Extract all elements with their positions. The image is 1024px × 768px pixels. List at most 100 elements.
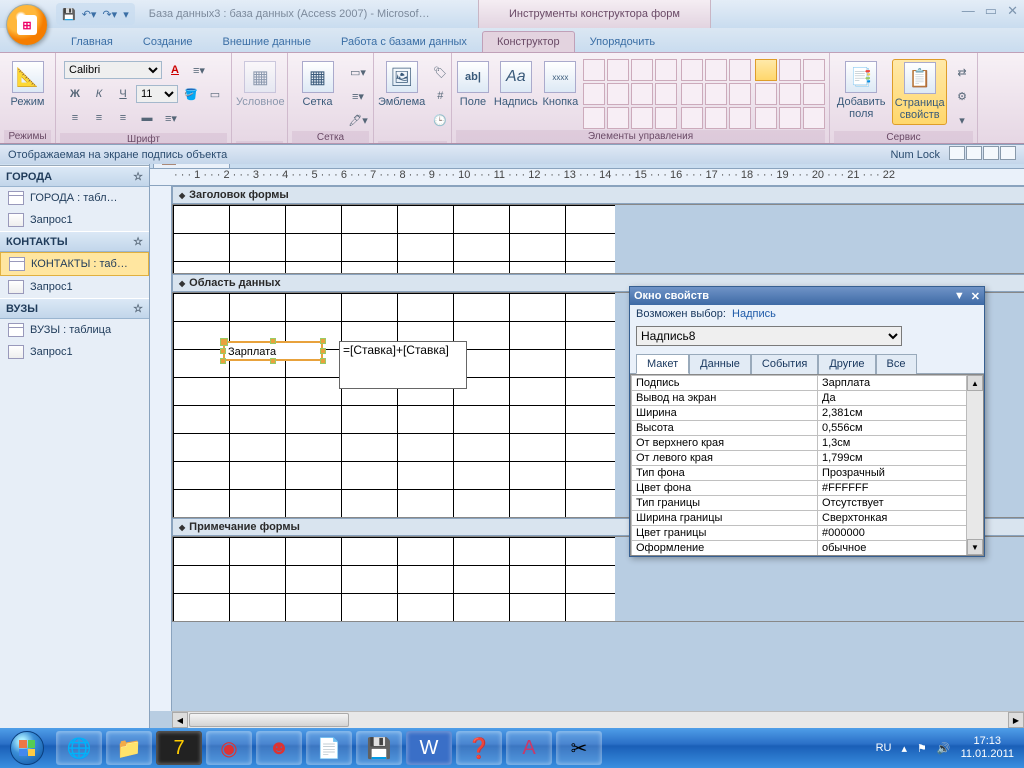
grid-button[interactable]: ▦Сетка <box>292 59 343 125</box>
prop-value[interactable]: 1,3см <box>818 436 983 451</box>
object-selector[interactable]: Надпись8 <box>636 326 902 346</box>
property-tab[interactable]: События <box>751 354 818 374</box>
nav-category[interactable]: КОНТАКТЫ☆ <box>0 231 149 252</box>
ribbon-tab[interactable]: Конструктор <box>482 31 575 52</box>
taskbar-ie[interactable]: 🌐 <box>56 731 102 765</box>
form-header-section-bar[interactable]: Заголовок формы <box>172 186 1024 204</box>
view-switcher[interactable] <box>948 146 1016 163</box>
label-control[interactable]: Зарплата <box>223 341 323 361</box>
prop-value[interactable]: Да <box>818 391 983 406</box>
prop-value[interactable]: обычное <box>818 541 983 556</box>
taskbar-word[interactable]: W <box>406 731 452 765</box>
nav-item[interactable]: ГОРОДА : табл… <box>0 187 149 209</box>
property-tab[interactable]: Макет <box>636 354 689 374</box>
grid-style-icon[interactable]: ≡▾ <box>347 85 369 107</box>
align-center-icon[interactable]: ≡ <box>88 107 110 129</box>
align-left-icon[interactable]: ≡ <box>64 107 86 129</box>
align-group-icon[interactable]: ≡▾ <box>188 59 210 81</box>
textbox-control[interactable]: =[Ставка]+[Ставка] <box>339 341 467 389</box>
taskbar-app2[interactable]: ◉ <box>206 731 252 765</box>
font-color-icon[interactable]: A <box>164 59 186 81</box>
taskbar-snip[interactable]: ✂ <box>556 731 602 765</box>
align-right-icon[interactable]: ≡ <box>112 107 134 129</box>
controls-gallery-3[interactable] <box>755 59 825 129</box>
view-button[interactable]: 📐Режим <box>4 59 51 125</box>
clock[interactable]: 17:1311.01.2011 <box>961 735 1014 761</box>
controls-gallery-2[interactable] <box>681 59 751 129</box>
format-icon[interactable]: ▭ <box>204 83 226 105</box>
ribbon-tab[interactable]: Создание <box>128 31 208 52</box>
tab-order-icon[interactable]: ⇄ <box>951 61 973 83</box>
line-style-icon[interactable]: ≡▾ <box>160 107 182 129</box>
logo-button[interactable]: 🖼Эмблема <box>378 59 425 125</box>
textbox-control-button[interactable]: ab|Поле <box>456 59 490 125</box>
nav-item[interactable]: Запрос1 <box>0 341 149 363</box>
italic-icon[interactable]: К <box>88 83 110 105</box>
font-name-select[interactable]: Calibri <box>64 61 162 79</box>
code-icon[interactable]: ⚙ <box>951 85 973 107</box>
datetime-icon[interactable]: 🕒 <box>429 109 451 131</box>
save-icon[interactable]: 💾 <box>62 8 76 21</box>
lang-indicator[interactable]: RU <box>876 742 892 754</box>
property-tab[interactable]: Другие <box>818 354 875 374</box>
controls-gallery[interactable] <box>583 59 677 129</box>
prop-value[interactable]: Отсутствует <box>818 496 983 511</box>
title-icon[interactable]: 🏷 <box>429 61 451 83</box>
prop-value[interactable]: 2,381см <box>818 406 983 421</box>
office-button[interactable]: ⊞ <box>6 4 48 46</box>
redo-icon[interactable]: ↷▾ <box>102 8 117 21</box>
button-control-button[interactable]: xxxxКнопка <box>542 59 579 125</box>
horizontal-scrollbar[interactable]: ◀▶ <box>172 711 1024 728</box>
prop-value[interactable]: #FFFFFF <box>818 481 983 496</box>
conditional-button[interactable]: ▦Условное <box>236 59 285 125</box>
line-color-icon[interactable]: ▬ <box>136 107 158 129</box>
volume-icon[interactable]: 🔊 <box>937 742 951 755</box>
nav-category[interactable]: ВУЗЫ☆ <box>0 298 149 319</box>
add-fields-button[interactable]: 📑Добавить поля <box>834 59 888 125</box>
taskbar-save[interactable]: 💾 <box>356 731 402 765</box>
prop-value[interactable]: Прозрачный <box>818 466 983 481</box>
ribbon-tab[interactable]: Внешние данные <box>208 31 326 52</box>
prop-value[interactable]: #000000 <box>818 526 983 541</box>
close-button[interactable]: ✕ <box>1007 3 1018 19</box>
prop-value[interactable]: 1,799см <box>818 451 983 466</box>
subform-icon[interactable]: ▾ <box>951 109 973 131</box>
property-sheet-button[interactable]: 📋Страница свойств <box>892 59 947 125</box>
prop-value[interactable]: 0,556см <box>818 421 983 436</box>
ribbon-tab[interactable]: Упорядочить <box>575 31 670 52</box>
taskbar-help[interactable]: ❓ <box>456 731 502 765</box>
tray-chevron-icon[interactable]: ▴ <box>901 742 907 755</box>
prop-value[interactable]: Сверхтонкая <box>818 511 983 526</box>
nav-item[interactable]: ВУЗЫ : таблица <box>0 319 149 341</box>
font-size-select[interactable]: 11 <box>136 85 178 103</box>
taskbar-explorer[interactable]: 📁 <box>106 731 152 765</box>
maximize-button[interactable]: ▭ <box>985 3 997 19</box>
grid-width-icon[interactable]: ▭▾ <box>347 61 369 83</box>
property-scrollbar[interactable]: ▲▼ <box>966 375 983 555</box>
grid-color-icon[interactable]: 🖊▾ <box>347 109 369 131</box>
underline-icon[interactable]: Ч <box>112 83 134 105</box>
ribbon-tab[interactable]: Работа с базами данных <box>326 31 482 52</box>
fill-color-icon[interactable]: 🪣 <box>180 83 202 105</box>
property-grid[interactable]: ПодписьЗарплатаВывод на экранДаШирина2,3… <box>630 374 984 556</box>
taskbar-app4[interactable]: 📄 <box>306 731 352 765</box>
bold-icon[interactable]: Ж <box>64 83 86 105</box>
form-design-canvas[interactable]: Заголовок формы Область данных Зарплата … <box>150 186 1024 711</box>
taskbar-access[interactable]: A <box>506 731 552 765</box>
taskbar-app3[interactable]: ☻ <box>256 731 302 765</box>
dropdown-icon[interactable]: ▼ <box>954 290 965 303</box>
nav-category[interactable]: ГОРОДА☆ <box>0 166 149 187</box>
close-icon[interactable]: ✕ <box>971 290 980 303</box>
label-control-button[interactable]: AaНадпись <box>494 59 538 125</box>
nav-item[interactable]: КОНТАКТЫ : таб… <box>0 252 149 276</box>
qat-dropdown-icon[interactable]: ▾ <box>123 8 129 21</box>
minimize-button[interactable]: ― <box>962 3 975 19</box>
taskbar-app1[interactable]: 7 <box>156 731 202 765</box>
undo-icon[interactable]: ↶▾ <box>82 8 97 21</box>
property-tab[interactable]: Все <box>876 354 917 374</box>
prop-value[interactable]: Зарплата <box>818 376 983 391</box>
property-sheet-title-bar[interactable]: Окно свойств▼✕ <box>630 287 984 305</box>
start-button[interactable] <box>0 728 54 768</box>
ribbon-tab[interactable]: Главная <box>56 31 128 52</box>
nav-item[interactable]: Запрос1 <box>0 276 149 298</box>
